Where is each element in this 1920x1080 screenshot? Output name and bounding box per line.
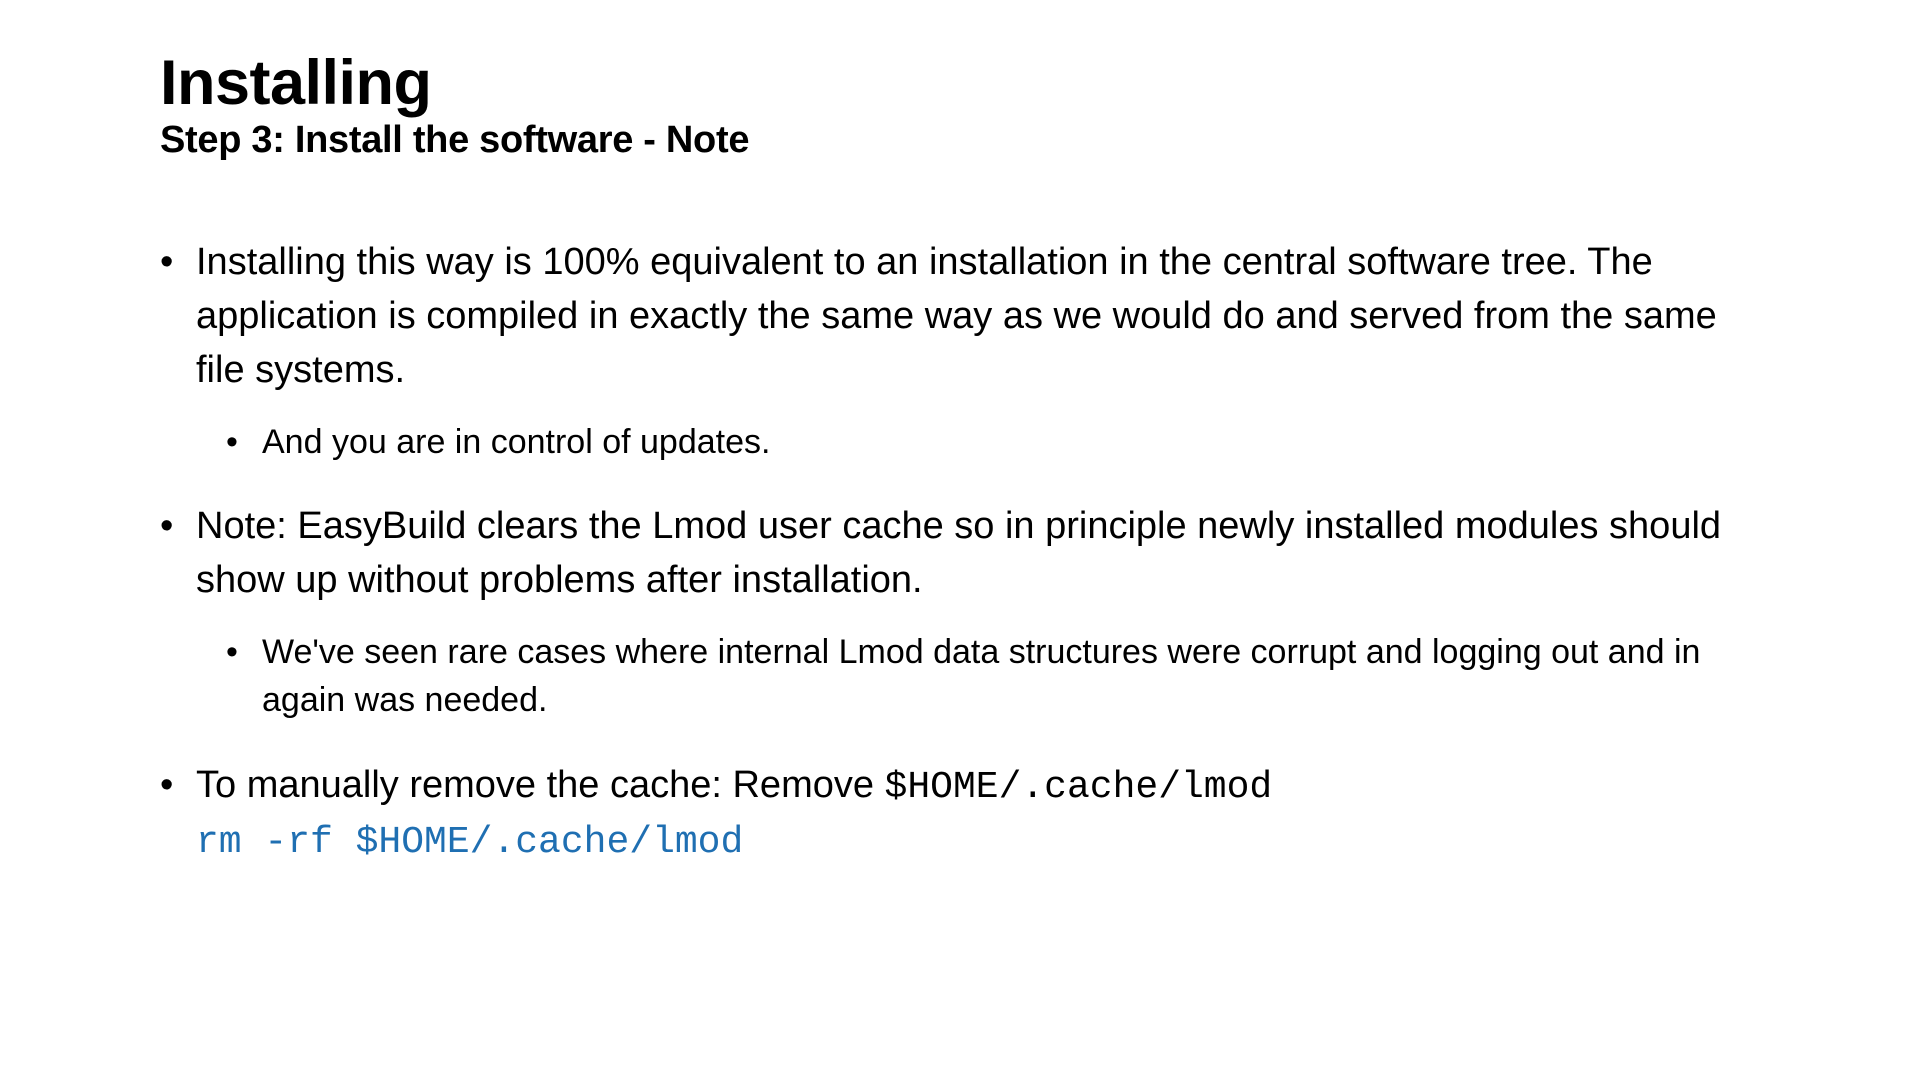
list-item: Installing this way is 100% equivalent t… (160, 236, 1760, 466)
list-item: To manually remove the cache: Remove $HO… (160, 759, 1760, 871)
bullet-text: To manually remove the cache: Remove (196, 764, 885, 806)
list-item: And you are in control of updates. (226, 418, 1760, 466)
command-line: rm -rf $HOME/.cache/lmod (196, 816, 1760, 870)
slide-title: Installing (160, 50, 1760, 116)
bullet-text: Note: EasyBuild clears the Lmod user cac… (196, 505, 1721, 601)
sub-bullet-list: And you are in control of updates. (196, 418, 1760, 466)
list-item: We've seen rare cases where internal Lmo… (226, 628, 1760, 725)
sub-bullet-list: We've seen rare cases where internal Lmo… (196, 628, 1760, 725)
bullet-list: Installing this way is 100% equivalent t… (160, 236, 1760, 870)
inline-code: $HOME/.cache/lmod (885, 766, 1273, 809)
bullet-text: And you are in control of updates. (262, 423, 770, 461)
slide-subtitle: Step 3: Install the software - Note (160, 120, 1760, 162)
bullet-text: Installing this way is 100% equivalent t… (196, 241, 1717, 391)
list-item: Note: EasyBuild clears the Lmod user cac… (160, 500, 1760, 724)
bullet-text: We've seen rare cases where internal Lmo… (262, 633, 1700, 719)
